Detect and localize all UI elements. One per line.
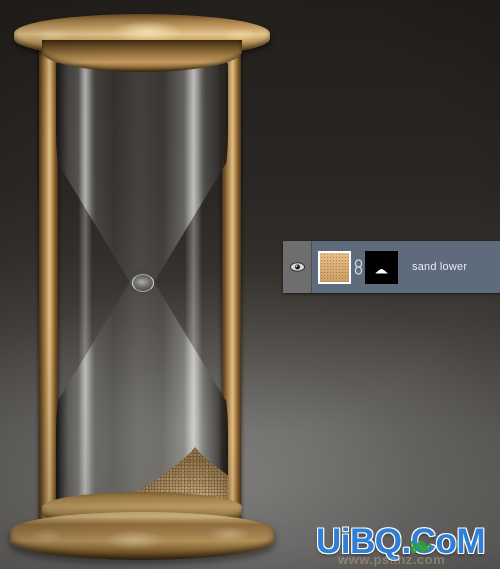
layer-visibility-toggle[interactable] — [283, 241, 312, 293]
screenshot-canvas: sand lower UiBQ.CoM ❧ www.psanz.com — [0, 0, 500, 569]
layer-thumbnail[interactable] — [318, 250, 351, 284]
layer-row[interactable]: sand lower — [312, 241, 500, 293]
hourglass-illustration — [8, 4, 276, 564]
hourglass-upper-bulb — [56, 56, 228, 282]
hourglass-glass — [56, 56, 228, 508]
layer-thumbnail-texture — [320, 252, 349, 282]
hourglass-base-plate — [10, 512, 274, 560]
layer-name-label[interactable]: sand lower — [412, 261, 467, 273]
layer-mask-thumbnail[interactable] — [365, 250, 398, 284]
hourglass-lower-bulb — [56, 282, 228, 508]
watermark-sub-text: www.psanz.com — [338, 552, 446, 567]
layers-panel[interactable]: sand lower — [283, 241, 500, 293]
eye-icon[interactable] — [289, 262, 305, 272]
mask-mound-shape — [375, 268, 388, 274]
watermark: UiBQ.CoM ❧ www.psanz.com — [316, 522, 500, 568]
link-chain-icon[interactable] — [351, 259, 365, 275]
upper-bulb-shape — [56, 56, 228, 282]
hourglass-neck-ring — [132, 274, 154, 292]
